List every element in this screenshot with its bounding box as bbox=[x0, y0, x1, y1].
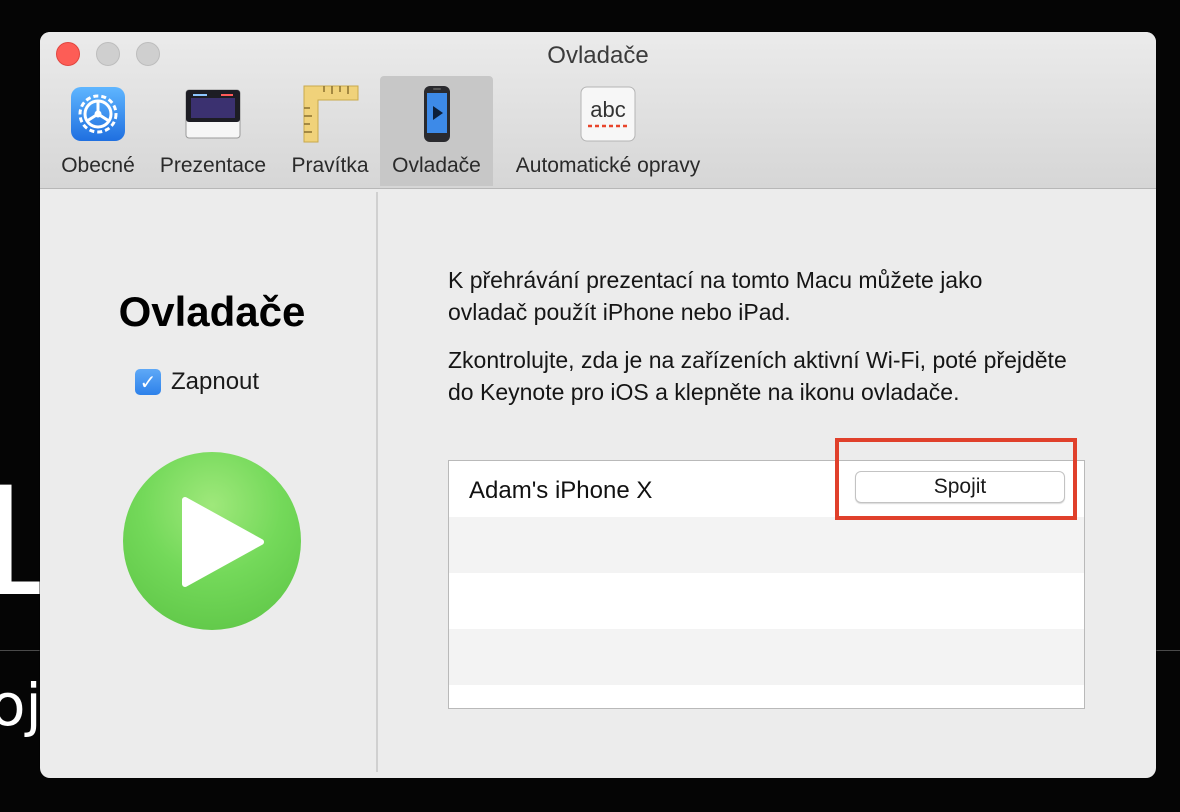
list-item bbox=[449, 685, 1084, 708]
play-icon bbox=[123, 452, 301, 630]
tab-presentation-label: Prezentace bbox=[159, 154, 267, 177]
background-text: oj bbox=[0, 671, 42, 739]
tab-remotes-label: Ovladače bbox=[392, 154, 481, 177]
tab-rulers-label: Pravítka bbox=[291, 154, 369, 177]
enable-checkbox[interactable]: ✓ bbox=[135, 369, 161, 395]
svg-text:abc: abc bbox=[590, 97, 625, 122]
tab-autocorrection[interactable]: abc Automatické opravy bbox=[498, 76, 718, 186]
tab-rulers[interactable]: Pravítka bbox=[280, 76, 380, 186]
pane-title: Ovladače bbox=[118, 288, 306, 335]
pane-divider bbox=[376, 192, 378, 772]
gear-icon bbox=[68, 84, 128, 144]
connect-highlight-annotation bbox=[835, 438, 1077, 520]
titlebar: Ovladače Obecné Prezentace Pravítka Ovla… bbox=[40, 32, 1156, 189]
list-item bbox=[449, 573, 1084, 629]
abc-spelling-icon: abc bbox=[578, 84, 638, 144]
list-item bbox=[449, 517, 1084, 573]
tab-general-label: Obecné bbox=[61, 154, 135, 177]
enable-label[interactable]: Zapnout bbox=[171, 368, 259, 396]
instructions-paragraph-2: Zkontrolujte, zda je na zařízeních aktiv… bbox=[448, 347, 1067, 405]
list-item bbox=[449, 629, 1084, 685]
instructions-paragraph-1: K přehrávání prezentací na tomto Macu mů… bbox=[448, 267, 983, 325]
presentation-icon bbox=[183, 84, 243, 144]
preferences-window: Ovladače Obecné Prezentace Pravítka Ovla… bbox=[40, 32, 1156, 778]
enable-remotes-row[interactable]: ✓ Zapnout bbox=[135, 368, 259, 396]
device-name: Adam's iPhone X bbox=[469, 477, 653, 504]
tab-general[interactable]: Obecné bbox=[48, 76, 148, 186]
tab-presentation[interactable]: Prezentace bbox=[150, 76, 276, 186]
tab-remotes[interactable]: Ovladače bbox=[380, 76, 493, 186]
ruler-icon bbox=[300, 84, 360, 144]
tab-autocorrection-label: Automatické opravy bbox=[515, 154, 701, 177]
window-title: Ovladače bbox=[547, 42, 649, 69]
remote-device-icon bbox=[407, 84, 467, 144]
